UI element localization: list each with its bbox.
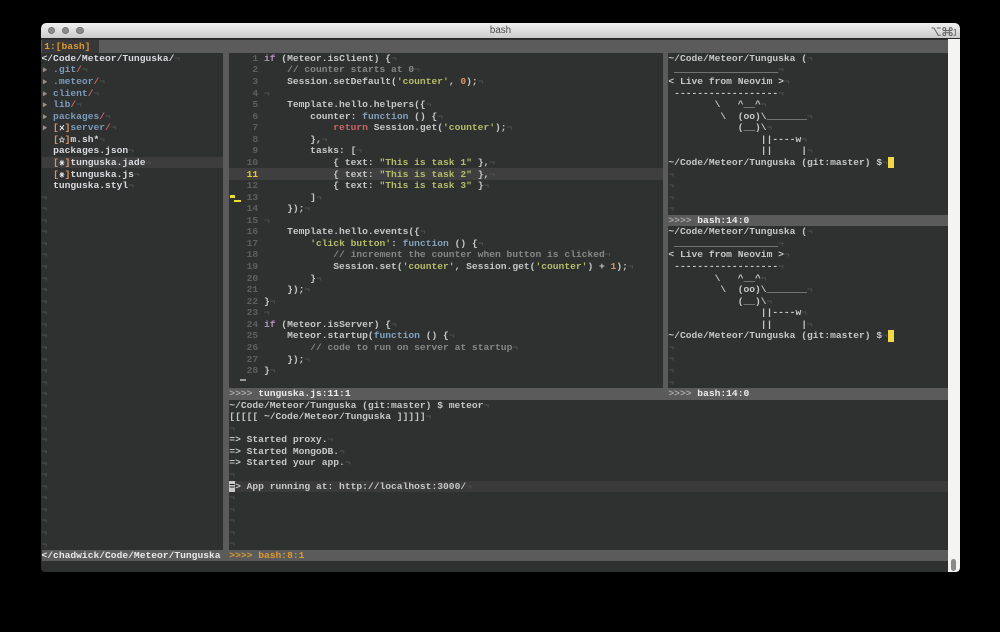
svg-text:1: 1	[953, 27, 956, 37]
